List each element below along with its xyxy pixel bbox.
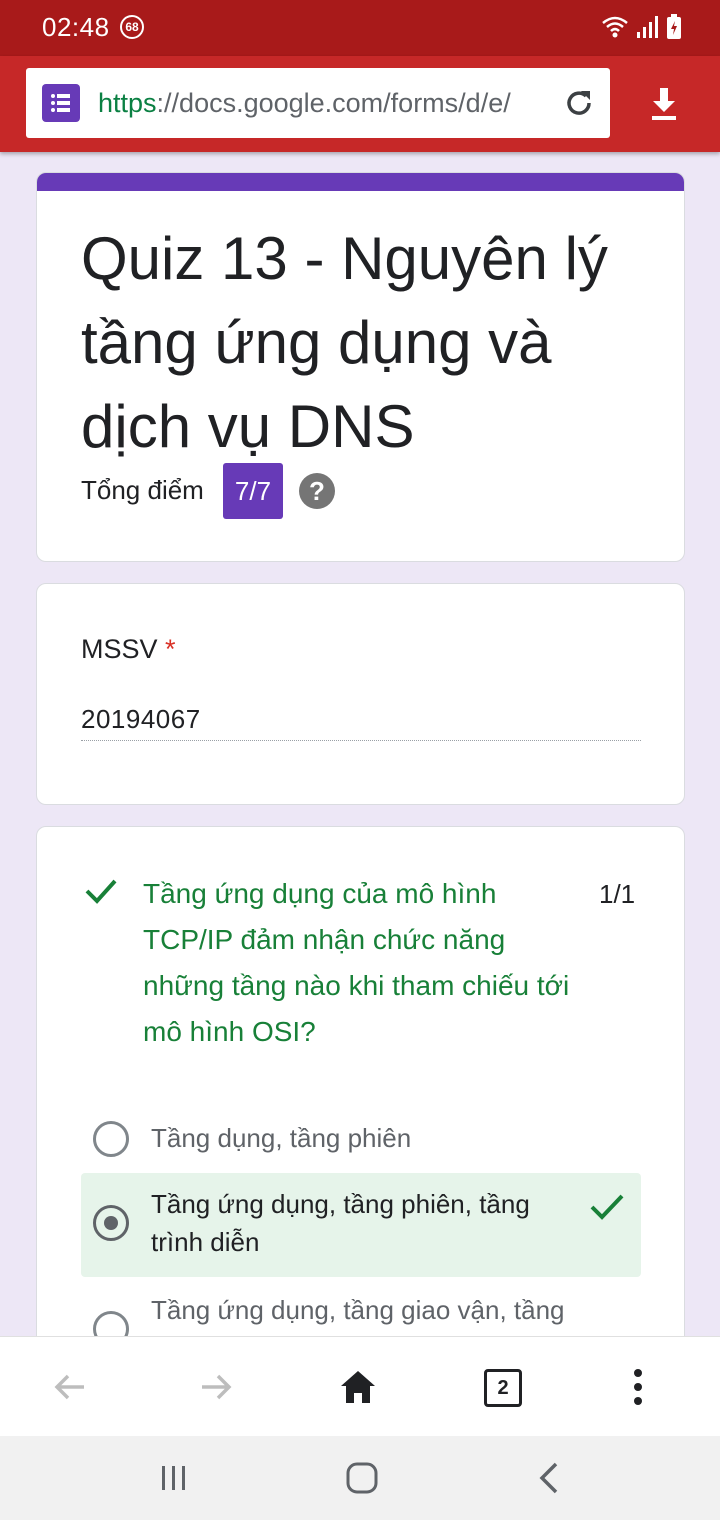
bottom-toolbar: 2 (0, 1336, 720, 1436)
forward-arrow-icon[interactable] (196, 1367, 236, 1407)
browser-toolbar: https://docs.google.com/forms/d/e/ (0, 56, 720, 152)
question-text: Tầng ứng dụng của mô hình TCP/IP đảm nhậ… (143, 878, 570, 1047)
title-accent-bar (37, 173, 684, 191)
mssv-label: MSSV * (81, 634, 176, 665)
system-back-icon[interactable] (530, 1458, 570, 1498)
check-icon (590, 1194, 624, 1220)
question-card: Tầng ứng dụng của mô hình TCP/IP đảm nhậ… (36, 826, 685, 1386)
radio-selected (93, 1205, 129, 1241)
status-bar: 02:48 68 (0, 0, 720, 56)
answer-option-label: Tầng ứng dụng, tầng giao vận, tầng (151, 1295, 565, 1325)
form-title-card: Quiz 13 - Nguyên lý tầng ứng dụng và dịc… (36, 172, 685, 562)
answer-option: Tầng dụng, tầng phiên (81, 1111, 641, 1163)
score-label: Tổng điểm (81, 475, 204, 505)
mssv-answer: 20194067 (81, 704, 201, 734)
recent-apps-icon[interactable] (154, 1458, 194, 1498)
url-text[interactable]: https://docs.google.com/forms/d/e/ (98, 88, 554, 119)
back-arrow-icon[interactable] (50, 1367, 90, 1407)
notification-count-badge: 68 (120, 15, 144, 39)
address-bar[interactable]: https://docs.google.com/forms/d/e/ (26, 68, 610, 138)
required-star: * (165, 634, 176, 664)
mssv-underline (81, 740, 641, 741)
url-scheme: https (98, 88, 157, 118)
wifi-icon (602, 16, 628, 38)
question-points: 1/1 (599, 879, 636, 909)
answer-option-label: Tầng dụng, tầng phiên (151, 1123, 412, 1153)
score-badge: 7/7 (223, 463, 283, 519)
radio-unselected (93, 1121, 129, 1157)
home-icon[interactable] (338, 1367, 378, 1407)
status-time: 02:48 (42, 12, 110, 42)
mssv-card: MSSV * 20194067 (36, 583, 685, 805)
system-navigation-bar (0, 1436, 720, 1520)
url-path: ://docs.google.com/forms/d/e/ (156, 88, 511, 118)
download-icon[interactable] (644, 84, 684, 124)
answer-option-label: Tầng ứng dụng, tầng phiên, tầng trình di… (151, 1189, 530, 1257)
mssv-label-text: MSSV (81, 634, 158, 664)
battery-icon (667, 14, 681, 39)
forms-icon (42, 84, 80, 122)
signal-icon (637, 16, 658, 38)
check-icon (85, 879, 117, 904)
status-icons (600, 12, 682, 42)
form-title: Quiz 13 - Nguyên lý tầng ứng dụng và dịc… (81, 225, 608, 460)
tab-switcher-button[interactable]: 2 (484, 1369, 522, 1407)
help-icon[interactable]: ? (299, 473, 335, 509)
reload-icon[interactable] (562, 86, 596, 120)
more-vert-icon[interactable] (628, 1367, 648, 1407)
answer-option-selected-correct: Tầng ứng dụng, tầng phiên, tầng trình di… (81, 1173, 641, 1277)
system-home-icon[interactable] (342, 1458, 382, 1498)
